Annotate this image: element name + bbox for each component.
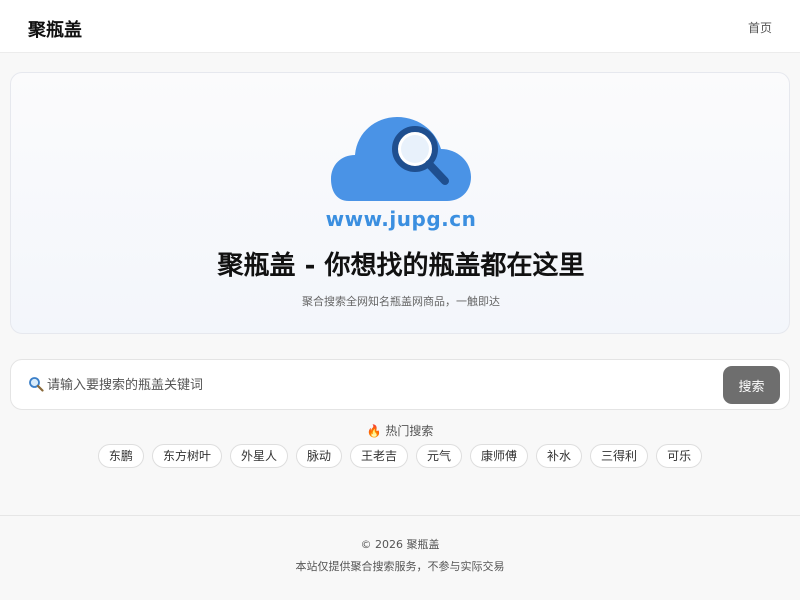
search-button[interactable]: 搜索 [723, 366, 780, 404]
cloud-search-icon [331, 117, 471, 201]
hot-search-tags: 东鹏 东方树叶 外星人 脉动 王老吉 元气 康师傅 补水 三得利 可乐 [0, 444, 800, 468]
hot-tag[interactable]: 王老吉 [349, 444, 408, 468]
nav-home-link[interactable]: 首页 [748, 19, 772, 36]
hot-tag[interactable]: 康师傅 [470, 444, 529, 468]
footer: © 2026 聚瓶盖 本站仅提供聚合搜索服务，不参与实际交易 [0, 515, 800, 600]
search-bar: 搜索 [10, 359, 790, 410]
hot-search-title: 🔥 热门搜索 [366, 424, 434, 438]
logo-url-text: www.jupg.cn [325, 207, 477, 231]
hot-tag[interactable]: 东鹏 [97, 444, 144, 468]
search-icon [29, 377, 44, 392]
footer-copyright: © 2026 聚瓶盖 [360, 538, 440, 551]
hot-tag[interactable]: 可乐 [656, 444, 703, 468]
brand-logo-text[interactable]: 聚瓶盖 [28, 16, 82, 42]
hot-tag[interactable]: 外星人 [229, 444, 288, 468]
hot-tag[interactable]: 元气 [416, 444, 463, 468]
hot-tag[interactable]: 东方树叶 [151, 444, 222, 468]
page-subtitle: 聚合搜索全网知名瓶盖网商品，一触即达 [302, 295, 500, 308]
hero-banner: www.jupg.cn 聚瓶盖 - 你想找的瓶盖都在这里 聚合搜索全网知名瓶盖网… [10, 72, 790, 334]
footer-disclaimer: 本站仅提供聚合搜索服务，不参与实际交易 [295, 560, 505, 573]
hot-tag[interactable]: 三得利 [590, 444, 649, 468]
top-header: 聚瓶盖 首页 [0, 0, 800, 53]
hot-tag[interactable]: 补水 [536, 444, 583, 468]
hot-tag[interactable]: 脉动 [295, 444, 342, 468]
search-input[interactable] [47, 370, 717, 400]
page-title: 聚瓶盖 - 你想找的瓶盖都在这里 [217, 251, 585, 281]
